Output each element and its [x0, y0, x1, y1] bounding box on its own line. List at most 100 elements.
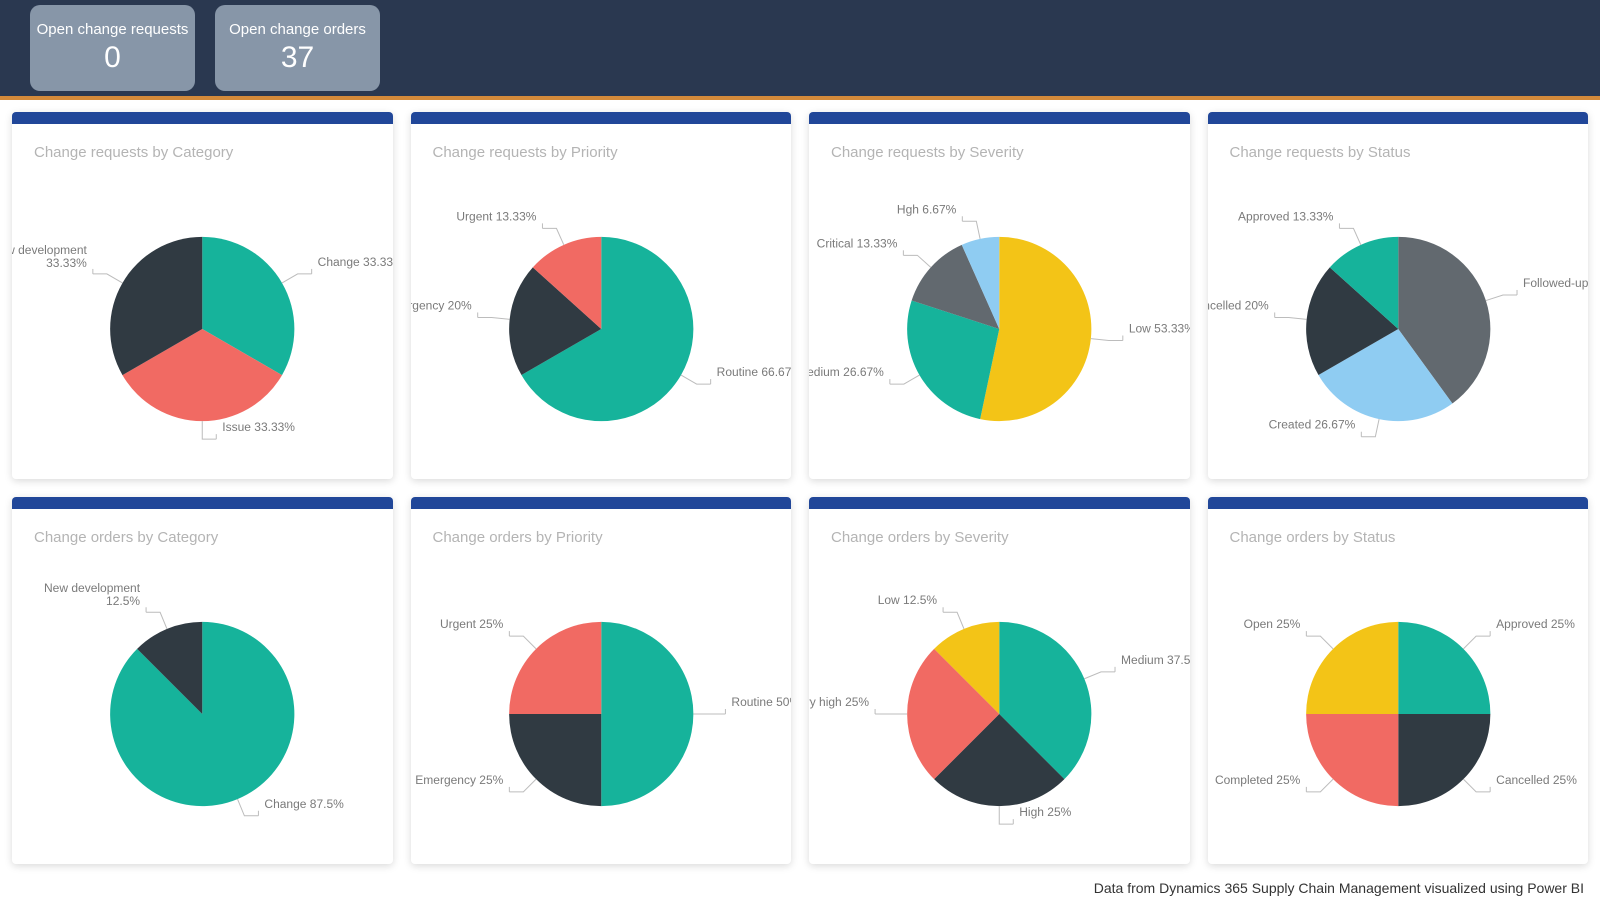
- kpi-open-change-orders[interactable]: Open change orders 37: [215, 5, 380, 91]
- slice-label: Hgh 6.67%: [897, 202, 957, 216]
- chart-body: Change 33.33% Issue 33.33% New development…: [12, 167, 393, 479]
- chart-body: Approved 25% Cancelled 25% Completed 25% Op…: [1208, 552, 1589, 864]
- slice-label: Followed-up 40%: [1523, 276, 1588, 290]
- slice-label: Open 25%: [1243, 617, 1300, 631]
- slice-label: Emergency 20%: [411, 298, 472, 312]
- leader-line: [146, 612, 167, 629]
- leader-line: [903, 255, 930, 267]
- card-accent-bar: [12, 497, 393, 509]
- leader-line: [1485, 295, 1516, 301]
- slice-label: Cancelled 20%: [1208, 298, 1269, 312]
- slice-label: Urgent 25%: [439, 617, 503, 631]
- footer-caption: Data from Dynamics 365 Supply Chain Mana…: [1094, 880, 1584, 896]
- kpi-value: 0: [104, 41, 121, 75]
- chart-title: Change requests by Severity: [809, 124, 1190, 167]
- slice-label: Emergency 25%: [415, 773, 503, 787]
- chart-title: Change orders by Status: [1208, 509, 1589, 552]
- kpi-open-change-requests[interactable]: Open change requests 0: [30, 5, 195, 91]
- kpi-label: Open change requests: [37, 21, 189, 38]
- slice-label: Urgent 13.33%: [456, 209, 536, 223]
- leader-line: [890, 375, 920, 384]
- leader-line: [1463, 779, 1490, 792]
- chart-card[interactable]: Change requests by Priority Routine 66.6…: [411, 112, 792, 479]
- leader-line: [681, 375, 711, 384]
- topbar: Open change requests 0 Open change order…: [0, 0, 1600, 100]
- slice-label: Approved 25%: [1496, 617, 1575, 631]
- slice-label: Very high 25%: [809, 695, 869, 709]
- leader-line: [1361, 419, 1379, 437]
- card-accent-bar: [1208, 497, 1589, 509]
- slice-label: Approved 13.33%: [1238, 209, 1334, 223]
- chart-body: Routine 66.67% Emergency 20% Urgent 13.33%: [411, 167, 792, 479]
- chart-title: Change orders by Severity: [809, 509, 1190, 552]
- pie-chart: Followed-up 40% Created 26.67% Cancelled 2…: [1208, 167, 1589, 479]
- pie-chart: Routine 66.67% Emergency 20% Urgent 13.33%: [411, 167, 792, 479]
- slice-label: Critical 13.33%: [817, 236, 898, 250]
- pie-chart: Change 33.33% Issue 33.33% New development…: [12, 167, 393, 479]
- slice-label: Created 26.67%: [1268, 418, 1355, 432]
- chart-body: Medium 37.5% High 25% Very high 25% Low 12.…: [809, 552, 1190, 864]
- pie-slice[interactable]: [601, 622, 693, 806]
- leader-line: [202, 421, 216, 439]
- slice-label: Cancelled 25%: [1496, 773, 1577, 787]
- chart-title: Change requests by Status: [1208, 124, 1589, 167]
- leader-line: [282, 274, 312, 283]
- chart-card[interactable]: Change orders by Priority Routine 50% Eme…: [411, 497, 792, 864]
- leader-line: [477, 317, 509, 319]
- leader-line: [238, 799, 259, 816]
- slice-label: Routine 50%: [731, 695, 791, 709]
- slice-label: Change 87.5%: [264, 797, 344, 811]
- chart-body: Routine 50% Emergency 25% Urgent 25%: [411, 552, 792, 864]
- leader-line: [1274, 317, 1306, 319]
- chart-title: Change requests by Category: [12, 124, 393, 167]
- slice-label: High 25%: [1019, 805, 1071, 819]
- chart-card[interactable]: Change orders by Status Approved 25% Canc…: [1208, 497, 1589, 864]
- leader-line: [1463, 636, 1490, 649]
- leader-line: [943, 612, 964, 629]
- slice-label: Low 53.33%: [1129, 321, 1190, 335]
- chart-body: Change 87.5% New development12.5%: [12, 552, 393, 864]
- chart-card[interactable]: Change requests by Category Change 33.33…: [12, 112, 393, 479]
- leader-line: [93, 274, 123, 283]
- card-accent-bar: [411, 112, 792, 124]
- leader-line: [1306, 636, 1333, 649]
- slice-label: Medium 37.5%: [1121, 653, 1189, 667]
- leader-line: [509, 636, 536, 649]
- pie-chart: Routine 50% Emergency 25% Urgent 25%: [411, 552, 792, 864]
- kpi-label: Open change orders: [229, 21, 366, 38]
- leader-line: [999, 806, 1013, 824]
- card-accent-bar: [809, 497, 1190, 509]
- card-accent-bar: [411, 497, 792, 509]
- slice-label: Medium 26.67%: [809, 365, 884, 379]
- pie-chart: Medium 37.5% High 25% Very high 25% Low 12.…: [809, 552, 1190, 864]
- kpi-value: 37: [281, 41, 314, 75]
- chart-body: Low 53.33% Medium 26.67% Critical 13.33% Hg…: [809, 167, 1190, 479]
- chart-card[interactable]: Change requests by Severity Low 53.33% Me…: [809, 112, 1190, 479]
- slice-label: New development33.33%: [12, 243, 87, 270]
- leader-line: [509, 779, 536, 792]
- leader-line: [1306, 779, 1333, 792]
- pie-chart: Low 53.33% Medium 26.67% Critical 13.33% Hg…: [809, 167, 1190, 479]
- chart-card[interactable]: Change orders by Category Change 87.5% Ne…: [12, 497, 393, 864]
- leader-line: [542, 228, 563, 244]
- chart-title: Change requests by Priority: [411, 124, 792, 167]
- chart-body: Followed-up 40% Created 26.67% Cancelled 2…: [1208, 167, 1589, 479]
- pie-chart: Approved 25% Cancelled 25% Completed 25% Op…: [1208, 552, 1589, 864]
- leader-line: [1084, 672, 1115, 679]
- slice-label: Low 12.5%: [878, 593, 938, 607]
- slice-label: Completed 25%: [1214, 773, 1300, 787]
- slice-label: Change 33.33%: [318, 255, 393, 269]
- leader-line: [1091, 339, 1123, 341]
- card-accent-bar: [12, 112, 393, 124]
- chart-title: Change orders by Priority: [411, 509, 792, 552]
- chart-card[interactable]: Change orders by Severity Medium 37.5% Hi…: [809, 497, 1190, 864]
- leader-line: [962, 221, 980, 239]
- pie-chart: Change 87.5% New development12.5%: [12, 552, 393, 864]
- slice-label: Routine 66.67%: [716, 365, 791, 379]
- slice-label: New development12.5%: [44, 581, 141, 608]
- card-accent-bar: [809, 112, 1190, 124]
- leader-line: [1339, 228, 1360, 244]
- slice-label: Issue 33.33%: [222, 420, 295, 434]
- chart-card[interactable]: Change requests by Status Followed-up 40…: [1208, 112, 1589, 479]
- chart-title: Change orders by Category: [12, 509, 393, 552]
